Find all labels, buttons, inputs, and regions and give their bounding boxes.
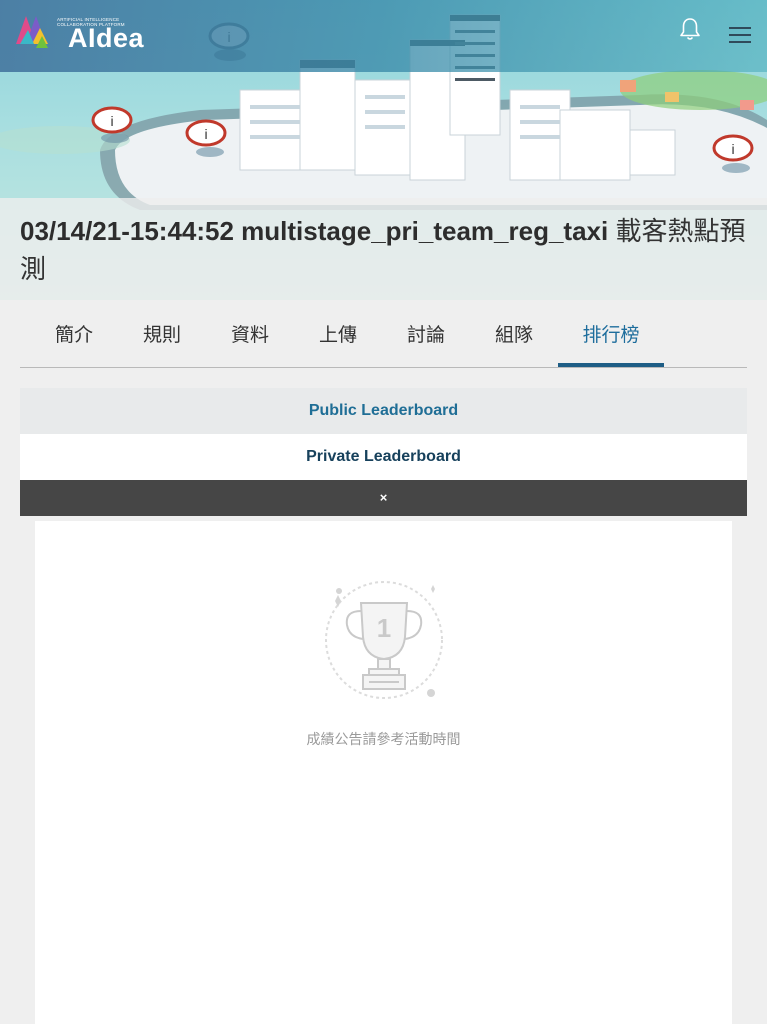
tab-leaderboard[interactable]: 排行榜 <box>558 300 664 367</box>
empty-state-message: 成績公告請參考活動時間 <box>306 731 461 747</box>
tab-upload[interactable]: 上傳 <box>308 300 368 367</box>
tab-rules[interactable]: 規則 <box>132 300 192 367</box>
bell-icon[interactable] <box>679 17 701 41</box>
svg-text:i: i <box>731 141 734 157</box>
leaderboard-panel: 1 成績公告請參考活動時間 <box>35 521 732 1024</box>
close-icon[interactable]: × <box>380 490 388 505</box>
hero-banner: i i i i ARTIFICIAL INTELLIGENCE COLLABOR… <box>0 0 767 300</box>
competition-title-en: 03/14/21-15:44:52 multistage_pri_team_re… <box>20 216 609 246</box>
tab-data[interactable]: 資料 <box>220 300 280 367</box>
notice-bar: × <box>20 480 747 516</box>
public-leaderboard-button[interactable]: Public Leaderboard <box>20 388 747 434</box>
svg-text:1: 1 <box>377 613 391 643</box>
svg-text:i: i <box>110 113 113 129</box>
aidea-logo[interactable]: ARTIFICIAL INTELLIGENCE COLLABORATION PL… <box>12 10 144 53</box>
tab-intro[interactable]: 簡介 <box>44 300 104 367</box>
logo-wordmark: AIdea <box>68 23 145 53</box>
trophy-icon: 1 <box>325 581 443 699</box>
private-leaderboard-button[interactable]: Private Leaderboard <box>20 434 747 480</box>
svg-text:i: i <box>204 126 207 142</box>
tab-team[interactable]: 組隊 <box>484 300 544 367</box>
tab-discussion[interactable]: 討論 <box>396 300 456 367</box>
competition-tabs: 簡介 規則 資料 上傳 討論 組隊 排行榜 <box>20 300 747 368</box>
hamburger-menu-icon[interactable] <box>729 27 751 45</box>
competition-title: 03/14/21-15:44:52 multistage_pri_team_re… <box>20 212 755 288</box>
aidea-logo-icon <box>16 16 48 48</box>
